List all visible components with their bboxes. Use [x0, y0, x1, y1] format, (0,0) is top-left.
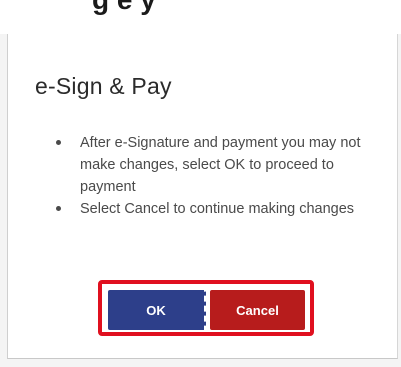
bullet-text-payment-warning: After e-Signature and payment you may no…	[80, 135, 361, 195]
bullet-text-cancel-info: Select Cancel to continue making changes	[80, 201, 355, 217]
cancel-button[interactable]: Cancel	[210, 290, 305, 330]
dialog-title: e-Sign & Pay	[35, 73, 172, 99]
dialog-message-list: After e-Signature and payment you may no…	[56, 132, 381, 220]
list-item: After e-Signature and payment you may no…	[56, 132, 381, 198]
ok-button[interactable]: OK	[108, 290, 206, 330]
background-page-header: g e y	[0, 0, 401, 34]
bullet-icon	[56, 206, 61, 211]
bullet-icon	[56, 140, 61, 145]
background-header-text: g e y	[92, 0, 156, 16]
e-sign-pay-dialog: e-Sign & Pay After e-Signature and payme…	[7, 34, 398, 359]
page: g e y e-Sign & Pay After e-Signature and…	[0, 0, 401, 367]
button-highlight-frame: OK Cancel	[98, 280, 314, 336]
list-item: Select Cancel to continue making changes	[56, 198, 381, 220]
